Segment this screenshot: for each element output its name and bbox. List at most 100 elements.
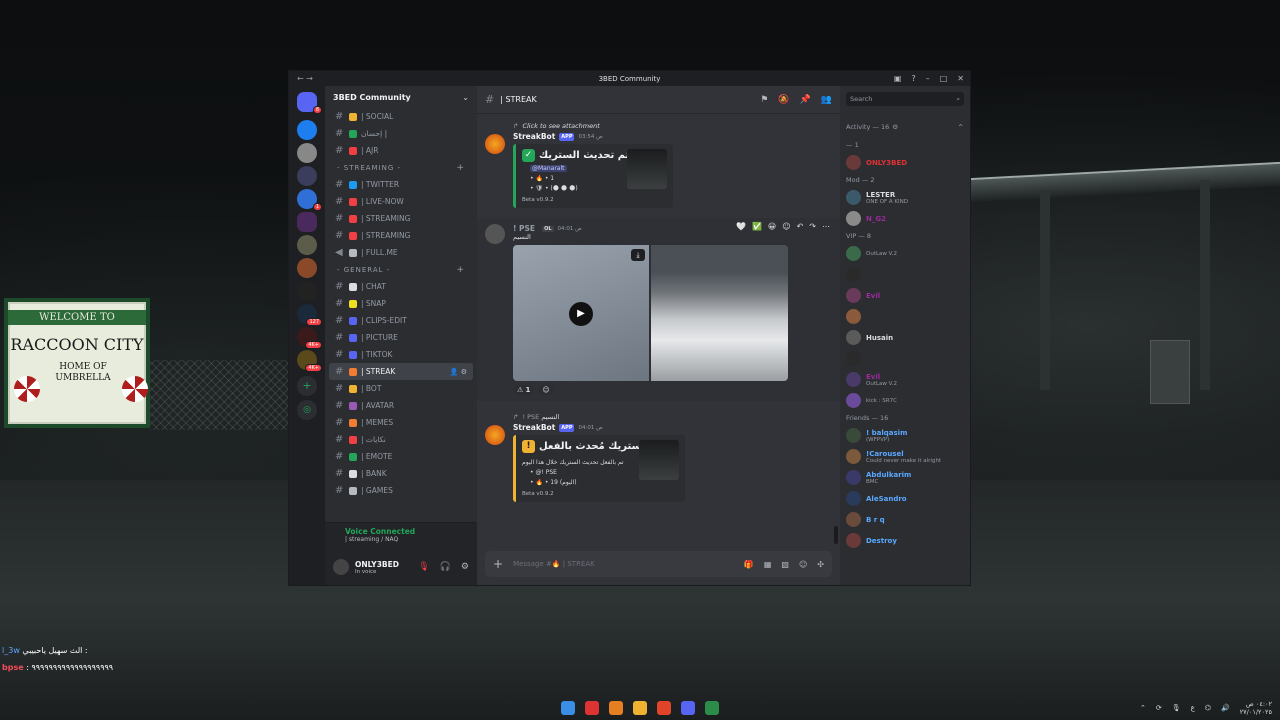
- author-name[interactable]: ! PSE: [513, 224, 535, 233]
- member-item[interactable]: !Carousel Could never make it alright: [846, 446, 964, 467]
- discover-icon[interactable]: ◎: [297, 400, 317, 420]
- plus-icon[interactable]: +: [456, 265, 465, 275]
- inbox-icon[interactable]: ▣: [894, 74, 902, 83]
- file-explorer-icon[interactable]: [633, 701, 647, 715]
- add-reaction-button[interactable]: ☺: [538, 385, 554, 395]
- member-item[interactable]: N_G2: [846, 208, 964, 229]
- server-icon[interactable]: 127: [297, 304, 322, 326]
- channel-item[interactable]: # | TWITTER: [329, 176, 473, 193]
- plus-icon[interactable]: +: [456, 163, 465, 173]
- pin-icon[interactable]: 📌: [800, 95, 811, 105]
- channel-settings-icon[interactable]: 👤 ⚙: [450, 368, 467, 376]
- channel-item[interactable]: # | EMOTE: [329, 448, 473, 465]
- check-reaction-icon[interactable]: ✅: [752, 222, 762, 231]
- home-icon[interactable]: 8: [297, 92, 322, 114]
- threads-icon[interactable]: ⚑: [760, 95, 768, 105]
- mic-icon[interactable]: 🎙: [1172, 704, 1181, 712]
- member-item[interactable]: Husain: [846, 327, 964, 348]
- channel-item[interactable]: # | BOT: [329, 380, 473, 397]
- server-icon[interactable]: 4K+: [297, 350, 322, 372]
- gift-icon[interactable]: 🎁: [744, 560, 754, 569]
- avatar[interactable]: [485, 224, 505, 244]
- volume-icon[interactable]: 🔊: [1221, 704, 1230, 712]
- member-item[interactable]: Evil: [846, 285, 964, 306]
- search-input[interactable]: Search ⌕: [846, 92, 964, 106]
- server-icon[interactable]: [297, 120, 317, 140]
- gif-icon[interactable]: ▦: [764, 560, 772, 569]
- download-icon[interactable]: ⤓: [631, 249, 645, 261]
- channel-item[interactable]: # إحسان |: [329, 125, 473, 142]
- voice-location[interactable]: | streaming / NAQ: [345, 536, 469, 543]
- member-item[interactable]: ! balqasim (WFPVP): [846, 425, 964, 446]
- add-server-icon[interactable]: +: [297, 376, 317, 396]
- apps-icon[interactable]: ✣: [817, 560, 824, 569]
- server-header[interactable]: 3BED Community ⌄: [325, 86, 477, 108]
- channel-item[interactable]: # | STREAMING: [329, 210, 473, 227]
- discord-icon[interactable]: [681, 701, 695, 715]
- maximize-button[interactable]: □: [940, 74, 948, 83]
- embed-thumbnail[interactable]: [627, 149, 667, 189]
- network-icon[interactable]: ⌬: [1205, 704, 1211, 712]
- play-icon[interactable]: ▶: [569, 302, 593, 326]
- deafen-icon[interactable]: 🎧: [440, 562, 451, 572]
- reply-preview[interactable]: ↱ Click to see attachment: [513, 120, 832, 132]
- attach-plus-icon[interactable]: +: [493, 557, 503, 571]
- sticker-icon[interactable]: ▧: [781, 560, 789, 569]
- channel-item[interactable]: # | CLIPS-EDIT: [329, 312, 473, 329]
- channel-item[interactable]: # | SNAP: [329, 295, 473, 312]
- reaction-warning[interactable]: ⚠ 1: [513, 385, 535, 395]
- tray-chevron-icon[interactable]: ⌃: [1140, 704, 1146, 712]
- clock[interactable]: ٠٤:٠٢ ص ٢٧/٠١/٢٠٢٥: [1240, 700, 1272, 716]
- channel-item[interactable]: ◀ | FULL.ME: [329, 244, 473, 261]
- gear-icon[interactable]: ⚙: [461, 562, 469, 572]
- channel-item[interactable]: # | CHAT: [329, 278, 473, 295]
- close-button[interactable]: ✕: [957, 74, 964, 83]
- app-icon[interactable]: [585, 701, 599, 715]
- member-item[interactable]: [846, 306, 964, 327]
- avatar[interactable]: [485, 425, 505, 445]
- member-item[interactable]: kick : SR7C: [846, 390, 964, 411]
- channel-item[interactable]: # | AVATAR: [329, 397, 473, 414]
- server-icon[interactable]: [297, 281, 317, 301]
- member-item[interactable]: OutLaw V.2: [846, 243, 964, 264]
- forward-icon[interactable]: ↷: [809, 222, 816, 231]
- member-item[interactable]: [846, 264, 964, 285]
- channel-item[interactable]: # | STREAK 👤 ⚙: [329, 363, 473, 380]
- minimize-button[interactable]: –: [926, 74, 930, 83]
- server-icon[interactable]: 4K+: [297, 327, 322, 349]
- channel-item[interactable]: # | SOCIAL: [329, 108, 473, 125]
- channel-item[interactable]: # | نكايات: [329, 431, 473, 448]
- channel-item[interactable]: # | MEMES: [329, 414, 473, 431]
- member-item[interactable]: LESTER ONE OF A KIND: [846, 187, 964, 208]
- member-item[interactable]: [846, 348, 964, 369]
- channel-item[interactable]: # | LIVE-NOW: [329, 193, 473, 210]
- video-attachment[interactable]: ⤓ ▶: [513, 245, 649, 381]
- more-icon[interactable]: ⋯: [822, 222, 830, 231]
- channel-item[interactable]: # | STREAMING: [329, 227, 473, 244]
- channel-item[interactable]: # | GAMES: [329, 482, 473, 499]
- sync-icon[interactable]: ⟳: [1156, 704, 1162, 712]
- members-icon[interactable]: 👥: [821, 95, 832, 105]
- member-item[interactable]: Evil OutLaw V.2: [846, 369, 964, 390]
- channel-category[interactable]: - STREAMING - +: [329, 159, 473, 176]
- mention[interactable]: @Manaralt: [530, 165, 567, 172]
- reply-preview[interactable]: ↱ ! PSE النسيم: [513, 411, 832, 423]
- channel-item[interactable]: # | TIKTOK: [329, 346, 473, 363]
- server-icon[interactable]: [297, 235, 317, 255]
- channel-item[interactable]: # | BANK: [329, 465, 473, 482]
- activity-header[interactable]: Activity — 16 ⚙ ⌃: [846, 120, 964, 134]
- member-item[interactable]: AleSandro: [846, 488, 964, 509]
- server-icon-active[interactable]: [297, 212, 317, 232]
- author-name[interactable]: StreakBot: [513, 423, 555, 432]
- server-icon[interactable]: [297, 143, 317, 163]
- image-attachment[interactable]: [651, 245, 788, 381]
- mute-mic-icon[interactable]: 🎙: [418, 562, 429, 572]
- reply-icon[interactable]: ↶: [797, 222, 804, 231]
- notifications-icon[interactable]: 🔕: [778, 95, 789, 105]
- terminal-icon[interactable]: [705, 701, 719, 715]
- windows-start-icon[interactable]: [561, 701, 575, 715]
- channel-category[interactable]: - GENERAL - +: [329, 261, 473, 278]
- help-icon[interactable]: ?: [911, 74, 915, 83]
- server-icon[interactable]: [297, 166, 317, 186]
- server-icon[interactable]: 1: [297, 189, 322, 211]
